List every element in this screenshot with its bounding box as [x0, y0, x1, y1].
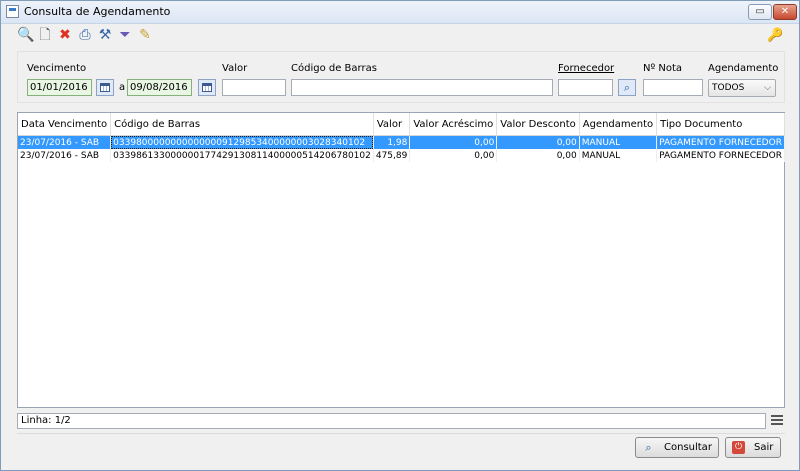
print-icon[interactable]: ⎙	[77, 27, 93, 43]
consultar-label: Consultar	[664, 442, 712, 453]
column-header[interactable]: Valor Acréscimo	[409, 113, 498, 136]
cell-valor-acrescimo[interactable]: 0,00	[409, 135, 498, 149]
search-icon: ⌕	[645, 441, 652, 454]
filter-icon[interactable]: ⏷	[117, 27, 133, 43]
date-separator: a	[119, 82, 126, 93]
key-icon[interactable]: 🔑	[767, 29, 783, 43]
cell-agendamento[interactable]: MANUAL	[579, 149, 658, 162]
consultar-button[interactable]: ⌕ Consultar	[635, 437, 719, 458]
cell-data-vencimento[interactable]: 23/07/2016 - SAB	[18, 149, 112, 162]
column-header[interactable]: Código de Barras	[110, 113, 374, 136]
sair-button[interactable]: ⏻ Sair	[725, 437, 781, 458]
codigo-barras-label: Código de Barras	[291, 63, 377, 74]
valor-field[interactable]	[222, 79, 286, 96]
calendar-to-icon[interactable]	[198, 79, 216, 96]
fornecedor-field[interactable]	[558, 79, 613, 96]
filter-panel: Vencimento 01/01/2016 a 09/08/2016 Valor…	[17, 51, 785, 103]
tools-icon[interactable]: ⚒	[97, 27, 113, 43]
restore-button[interactable]: ▭	[748, 4, 772, 20]
search-icon[interactable]: 🔍	[17, 27, 34, 43]
window-title: Consulta de Agendamento	[24, 5, 171, 18]
column-header[interactable]: Agendamento	[579, 113, 658, 136]
column-header[interactable]: Data Vencimento	[18, 113, 112, 136]
cell-tipo-documento[interactable]: PAGAMENTO FORNECEDOR	[656, 149, 785, 162]
cell-codigo-barras[interactable]: 0339800000000000000912985340000000302834…	[110, 135, 374, 149]
cell-agendamento[interactable]: MANUAL	[579, 135, 658, 149]
cell-data-vencimento[interactable]: 23/07/2016 - SAB	[18, 135, 112, 149]
column-header[interactable]: Valor Desconto	[496, 113, 580, 136]
cell-valor[interactable]: 1,98	[373, 135, 411, 149]
edit-icon[interactable]: ✎	[137, 27, 153, 43]
exit-icon: ⏻	[732, 441, 745, 454]
agendamento-value: TODOS	[712, 83, 745, 93]
cell-valor-desconto[interactable]: 0,00	[496, 135, 580, 149]
table-row[interactable]: 23/07/2016 - SAB 03398000000000000009129…	[18, 135, 785, 149]
agendamento-select[interactable]: TODOS ⌵	[708, 79, 776, 97]
results-grid: Data Vencimento Código de Barras Valor V…	[17, 112, 785, 408]
menu-icon[interactable]	[771, 415, 783, 427]
column-header[interactable]: Valor	[373, 113, 411, 136]
status-bar: Linha: 1/2	[17, 413, 766, 429]
codigo-barras-field[interactable]	[291, 79, 553, 96]
date-from-field[interactable]: 01/01/2016	[27, 79, 92, 96]
fornecedor-link[interactable]: Fornecedor	[558, 63, 614, 74]
nota-field[interactable]	[643, 79, 703, 96]
cell-valor[interactable]: 475,89	[373, 149, 411, 162]
column-header[interactable]: Tipo Documento	[656, 113, 785, 136]
delete-icon[interactable]: ✖	[57, 27, 73, 43]
chevron-down-icon: ⌵	[764, 83, 771, 93]
table-row[interactable]: 23/07/2016 - SAB 03398613300000017742913…	[18, 149, 785, 162]
cell-valor-acrescimo[interactable]: 0,00	[409, 149, 498, 162]
date-to-field[interactable]: 09/08/2016	[127, 79, 192, 96]
calendar-from-icon[interactable]	[96, 79, 114, 96]
agendamento-label: Agendamento	[708, 63, 779, 74]
title-bar: Consulta de Agendamento ▭ ✕	[1, 1, 799, 24]
cell-tipo-documento[interactable]: PAGAMENTO FORNECEDOR	[656, 135, 785, 149]
new-document-icon[interactable]: 🗋	[37, 27, 53, 43]
cell-codigo-barras[interactable]: 0339861330000001774291308114000005142067…	[110, 149, 374, 162]
sair-label: Sair	[754, 442, 774, 453]
cell-valor-desconto[interactable]: 0,00	[496, 149, 580, 162]
app-window: Consulta de Agendamento ▭ ✕ 🔍 🗋 ✖ ⎙ ⚒ ⏷ …	[0, 0, 800, 471]
app-icon	[6, 5, 19, 18]
vencimento-label: Vencimento	[27, 63, 87, 74]
nota-label: Nº Nota	[643, 63, 683, 74]
close-button[interactable]: ✕	[773, 4, 797, 20]
valor-label: Valor	[222, 63, 248, 74]
fornecedor-search-icon[interactable]: ⌕	[618, 79, 636, 96]
